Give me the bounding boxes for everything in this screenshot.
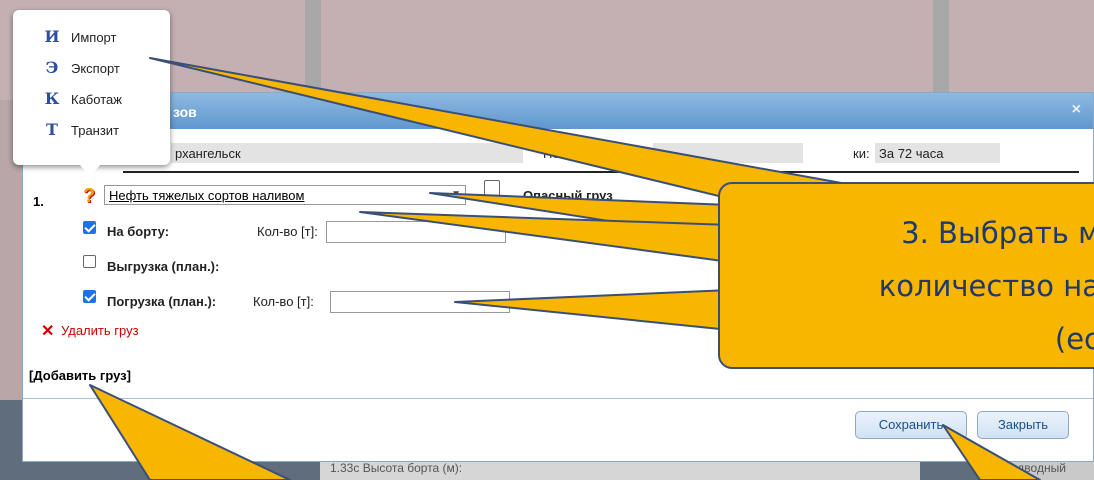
dangerous-cargo-label: Опасный груз [523,188,613,203]
delete-cargo-link[interactable]: Удалить груз [61,323,139,338]
callout-text-line: (ес [1054,322,1094,356]
menu-item-label: Экспорт [71,61,120,76]
loading-label: Погрузка (план.): [107,294,217,309]
cabotage-icon: К [44,89,60,108]
export-icon: Э [45,58,59,77]
callout-text-line: количество на [878,269,1094,303]
save-button[interactable]: Сохранить [855,411,967,439]
background-label-right: надводный [1004,461,1066,475]
cargo-type-value: Нефть тяжелых сортов наливом [109,188,305,203]
transit-icon: Т [46,120,58,139]
request-number-field [653,143,803,163]
on-board-qty-label: Кол-во [т]: [257,224,318,239]
import-icon: И [44,27,60,46]
deal-type-popup: И Импорт Э Экспорт К Каботаж Т Транзит [13,10,170,165]
header-separator [123,171,1079,173]
add-cargo-link[interactable]: [Добавить груз] [29,368,131,383]
on-board-checkbox[interactable] [83,221,96,234]
menu-item-label: Транзит [71,123,120,138]
chevron-down-icon: ▼ [451,189,461,200]
unloading-checkbox[interactable] [83,255,96,268]
on-board-label: На борту: [107,224,170,239]
loading-checkbox[interactable] [83,290,96,303]
close-icon[interactable]: × [1072,101,1081,119]
popup-pointer [80,165,100,177]
close-button[interactable]: Закрыть [977,411,1069,439]
loading-qty-label: Кол-во [т]: [253,294,314,309]
menu-item-label: Импорт [71,30,117,45]
cargo-help-icon[interactable]: ? [83,185,95,208]
cargo-type-select[interactable]: Нефть тяжелых сортов наливом ▼ [104,185,466,205]
background-label: 1.33с Высота борта (м): [330,461,463,475]
delete-icon[interactable]: ✕ [41,321,54,341]
menu-item-label: Каботаж [71,92,122,107]
dangerous-cargo-checkbox[interactable] [484,180,500,196]
dialog-title: зов [173,104,197,120]
background-strip-middle [321,0,933,100]
request-number-label: Номер заявки: [543,146,631,161]
timing-label: ки: [853,146,870,161]
cargo-index: 1. [33,194,44,209]
loading-qty-input[interactable] [330,291,510,313]
port-field: рхангельск [171,143,523,163]
unloading-label: Выгрузка (план.): [107,259,220,274]
on-board-qty-input[interactable] [326,221,506,243]
dialog-titlebar[interactable]: зов × [23,93,1093,129]
background-strip-right [949,0,1094,100]
callout-text-line: 3. Выбрать м [901,216,1094,250]
timing-field: За 72 часа [875,143,1000,163]
footer-separator [23,398,1093,399]
instruction-callout: 3. Выбрать м количество на (ес [718,182,1094,369]
